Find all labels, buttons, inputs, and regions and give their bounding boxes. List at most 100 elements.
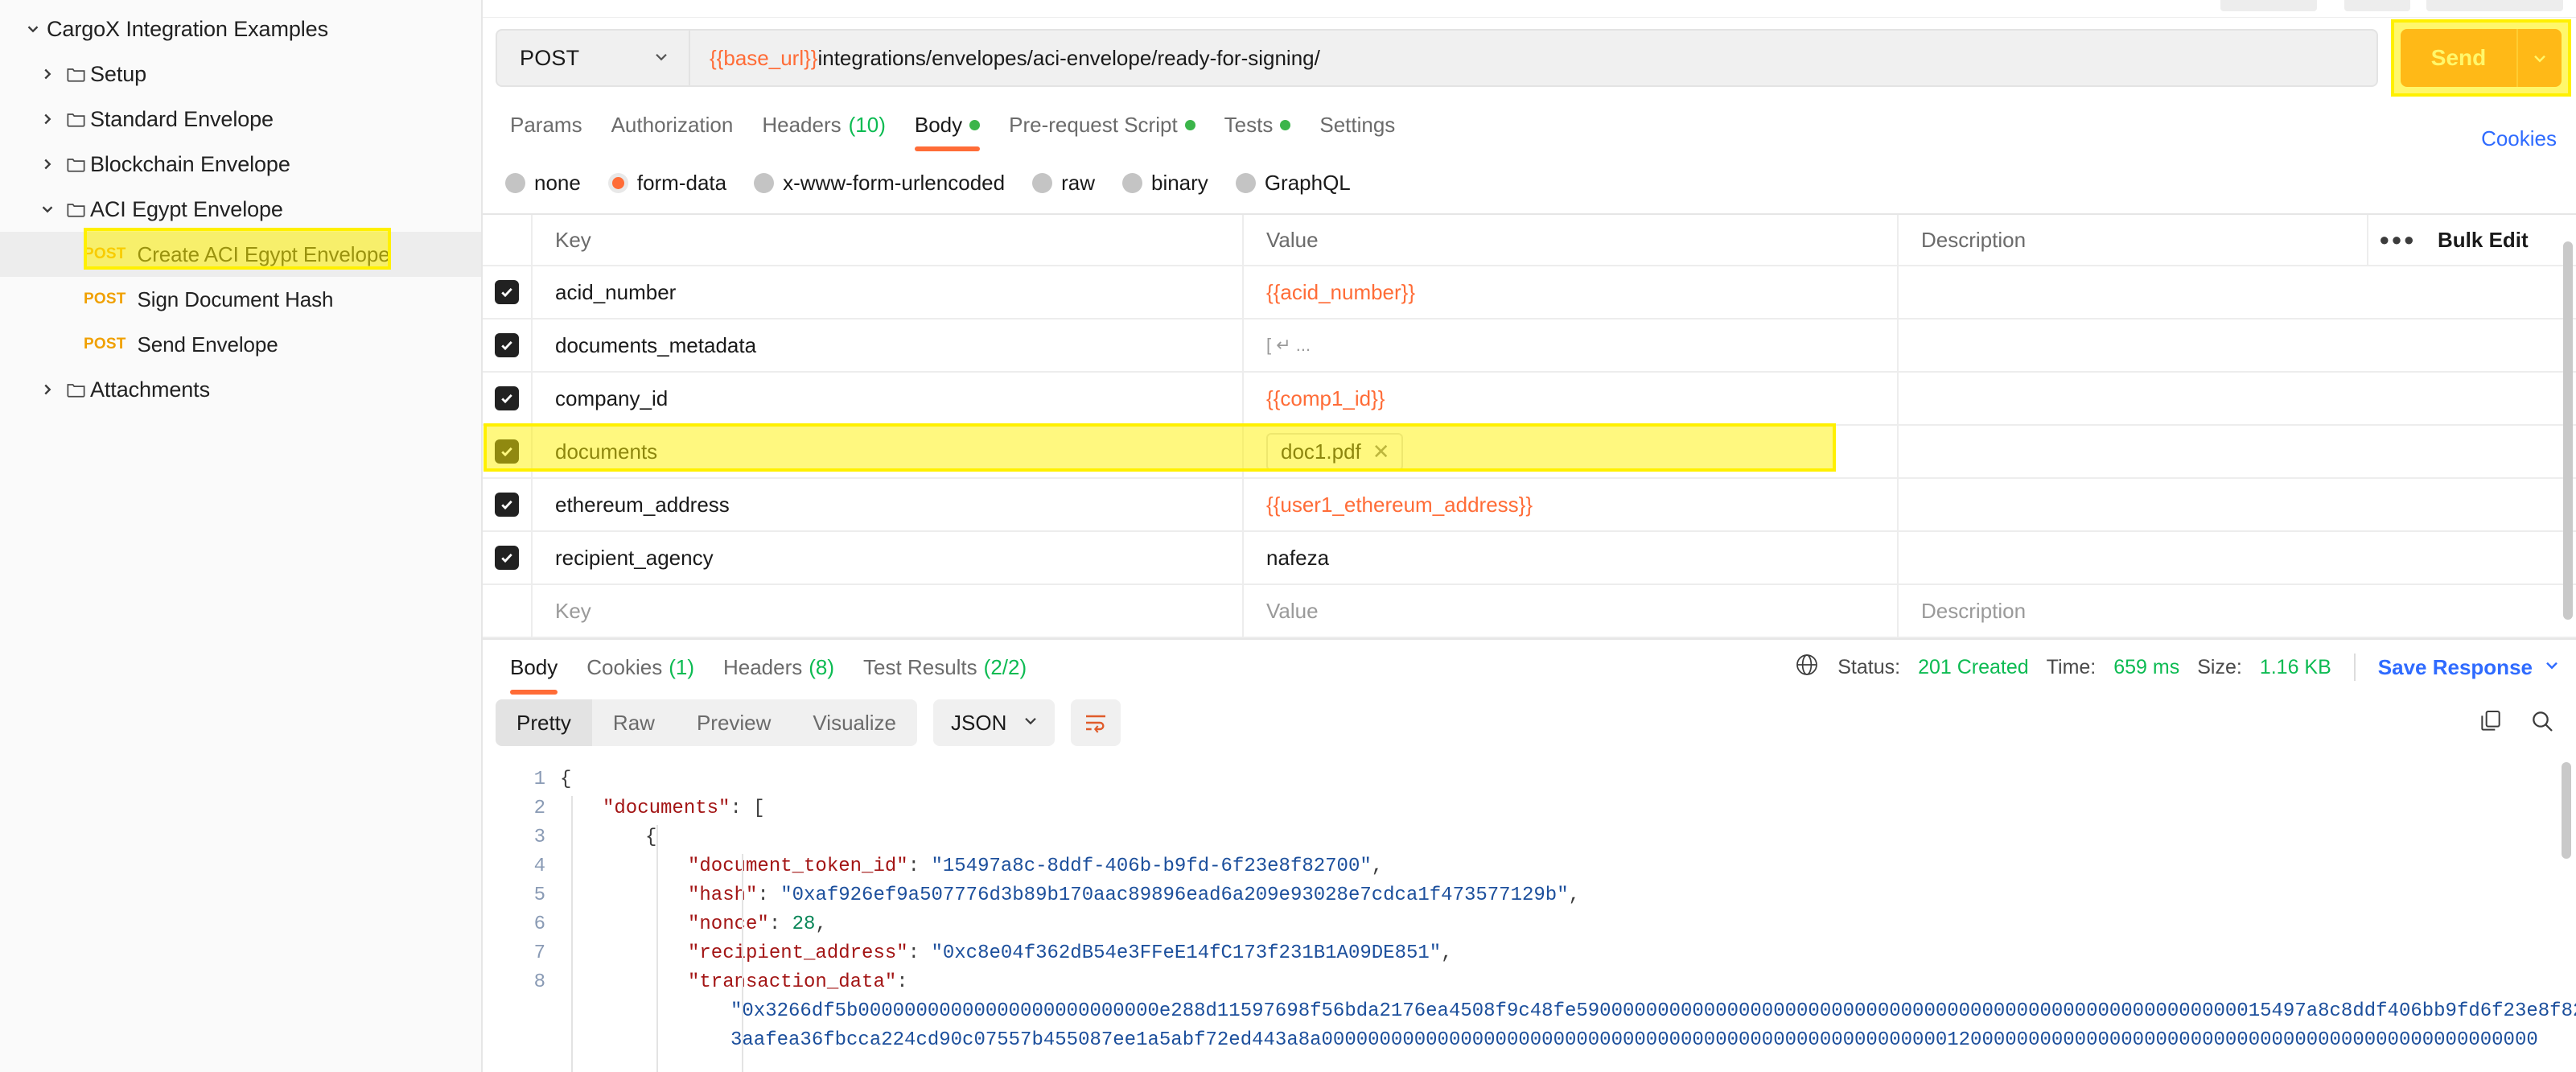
chevron-right-icon[interactable] <box>34 381 61 398</box>
sidebar-folder-aci-egypt-envelope[interactable]: ACI Egypt Envelope <box>0 187 481 232</box>
row-key[interactable]: company_id <box>533 373 1244 424</box>
sidebar-request-send-envelope[interactable]: POST Send Envelope <box>0 322 481 367</box>
chevron-right-icon[interactable] <box>34 110 61 128</box>
chevron-down-icon[interactable] <box>2516 29 2562 87</box>
row-description[interactable] <box>1899 479 2576 530</box>
chevron-right-icon[interactable] <box>34 65 61 83</box>
radio-icon[interactable] <box>1236 173 1256 193</box>
checkbox-checked-icon[interactable] <box>495 439 519 464</box>
table-row[interactable]: recipient_agency nafeza <box>483 532 2576 585</box>
checkbox-checked-icon[interactable] <box>495 280 519 304</box>
tab-authorization[interactable]: Authorization <box>597 98 748 151</box>
row-value[interactable]: {{acid_number}} <box>1244 266 1899 318</box>
table-row[interactable]: acid_number {{acid_number}} <box>483 266 2576 320</box>
table-row[interactable]: documents_metadata [ ↵ ... <box>483 320 2576 373</box>
chevron-right-icon[interactable] <box>34 155 61 173</box>
send-button[interactable]: Send <box>2401 29 2562 87</box>
view-mode-raw[interactable]: Raw <box>592 699 676 746</box>
more-options-icon[interactable]: ●●● <box>2367 215 2426 265</box>
table-row-documents[interactable]: documents doc1.pdf ✕ <box>483 426 2576 479</box>
sidebar-folder-standard-envelope[interactable]: Standard Envelope <box>0 97 481 142</box>
wrap-lines-button[interactable] <box>1071 699 1121 746</box>
row-description[interactable] <box>1899 373 2576 424</box>
checkbox-checked-icon[interactable] <box>495 493 519 517</box>
row-checkbox-cell[interactable] <box>483 320 533 371</box>
collection-sidebar[interactable]: CargoX Integration Examples Setup Standa… <box>0 0 483 1072</box>
tab-settings[interactable]: Settings <box>1305 98 1409 151</box>
body-type-form-data[interactable]: form-data <box>608 171 726 196</box>
body-type-binary[interactable]: binary <box>1122 171 1208 196</box>
response-body-code[interactable]: 1 2 3 4 5 6 7 8 { "documents": [ <box>483 754 2576 1072</box>
row-value[interactable]: {{user1_ethereum_address}} <box>1244 479 1899 530</box>
row-value[interactable]: doc1.pdf ✕ <box>1244 426 1899 477</box>
tab-body[interactable]: Body <box>900 98 994 151</box>
tab-pre-request-script[interactable]: Pre-request Script <box>994 98 1210 151</box>
row-description[interactable] <box>1899 426 2576 477</box>
response-format-select[interactable]: JSON <box>933 699 1055 746</box>
checkbox-checked-icon[interactable] <box>495 546 519 570</box>
checkbox-checked-icon[interactable] <box>495 386 519 410</box>
search-icon[interactable] <box>2529 708 2555 738</box>
row-value[interactable]: {{comp1_id}} <box>1244 373 1899 424</box>
chevron-down-icon[interactable] <box>19 20 47 38</box>
row-value[interactable]: [ ↵ ... <box>1244 320 1899 371</box>
chevron-down-icon[interactable] <box>34 200 61 218</box>
remove-file-icon[interactable]: ✕ <box>1372 439 1390 464</box>
collection-root[interactable]: CargoX Integration Examples <box>0 6 481 52</box>
sidebar-folder-attachments[interactable]: Attachments <box>0 367 481 412</box>
row-key[interactable]: documents_metadata <box>533 320 1244 371</box>
response-tab-test-results[interactable]: Test Results(2/2) <box>849 640 1041 695</box>
radio-icon[interactable] <box>1122 173 1142 193</box>
body-type-raw[interactable]: raw <box>1032 171 1095 196</box>
row-description[interactable] <box>1899 266 2576 318</box>
tab-headers[interactable]: Headers(10) <box>747 98 900 151</box>
radio-icon[interactable] <box>1032 173 1052 193</box>
table-scrollbar-thumb[interactable] <box>2563 241 2573 620</box>
radio-selected-icon[interactable] <box>608 173 628 193</box>
url-input[interactable]: {{base_url}}integrations/envelopes/aci-e… <box>689 29 2378 87</box>
code-lines[interactable]: { "documents": [ { "document_token_id": … <box>560 754 2576 1072</box>
new-row-description-input[interactable]: Description <box>1899 585 2576 637</box>
row-checkbox-cell[interactable] <box>483 479 533 530</box>
row-checkbox-cell[interactable] <box>483 266 533 318</box>
chevron-down-icon[interactable] <box>652 47 671 70</box>
checkbox-checked-icon[interactable] <box>495 333 519 357</box>
new-row-key-input[interactable]: Key <box>533 585 1244 637</box>
response-tab-body[interactable]: Body <box>496 640 572 695</box>
row-description[interactable] <box>1899 320 2576 371</box>
table-row[interactable]: ethereum_address {{user1_ethereum_addres… <box>483 479 2576 532</box>
row-checkbox-cell[interactable] <box>483 532 533 583</box>
sidebar-folder-blockchain-envelope[interactable]: Blockchain Envelope <box>0 142 481 187</box>
file-chip[interactable]: doc1.pdf ✕ <box>1266 433 1403 471</box>
row-checkbox-cell[interactable] <box>483 585 533 637</box>
chevron-down-icon[interactable] <box>1021 711 1040 736</box>
body-type-none[interactable]: none <box>505 171 581 196</box>
bulk-edit-button[interactable]: Bulk Edit <box>2426 215 2576 265</box>
code-scrollbar-thumb[interactable] <box>2562 762 2571 859</box>
sidebar-folder-setup[interactable]: Setup <box>0 52 481 97</box>
view-mode-visualize[interactable]: Visualize <box>792 699 917 746</box>
tab-params[interactable]: Params <box>496 98 597 151</box>
chevron-down-icon[interactable] <box>2542 655 2562 680</box>
body-type-x-www-form-urlencoded[interactable]: x-www-form-urlencoded <box>754 171 1005 196</box>
copy-icon[interactable] <box>2478 708 2504 738</box>
save-response-button[interactable]: Save Response <box>2378 655 2562 680</box>
sidebar-request-sign-document-hash[interactable]: POST Sign Document Hash <box>0 277 481 322</box>
radio-icon[interactable] <box>505 173 525 193</box>
row-description[interactable] <box>1899 532 2576 583</box>
body-type-graphql[interactable]: GraphQL <box>1236 171 1351 196</box>
row-key[interactable]: ethereum_address <box>533 479 1244 530</box>
row-checkbox-cell[interactable] <box>483 373 533 424</box>
view-mode-preview[interactable]: Preview <box>676 699 792 746</box>
table-empty-row[interactable]: Key Value Description <box>483 585 2576 638</box>
row-value[interactable]: nafeza <box>1244 532 1899 583</box>
view-mode-pretty[interactable]: Pretty <box>496 699 592 746</box>
response-tab-cookies[interactable]: Cookies(1) <box>572 640 709 695</box>
cookies-link[interactable]: Cookies <box>2481 126 2562 151</box>
response-tab-headers[interactable]: Headers(8) <box>709 640 849 695</box>
row-key[interactable]: recipient_agency <box>533 532 1244 583</box>
radio-icon[interactable] <box>754 173 774 193</box>
row-key[interactable]: acid_number <box>533 266 1244 318</box>
table-row[interactable]: company_id {{comp1_id}} <box>483 373 2576 426</box>
sidebar-request-create-aci-egypt-envelope[interactable]: POST Create ACI Egypt Envelope <box>0 232 481 277</box>
